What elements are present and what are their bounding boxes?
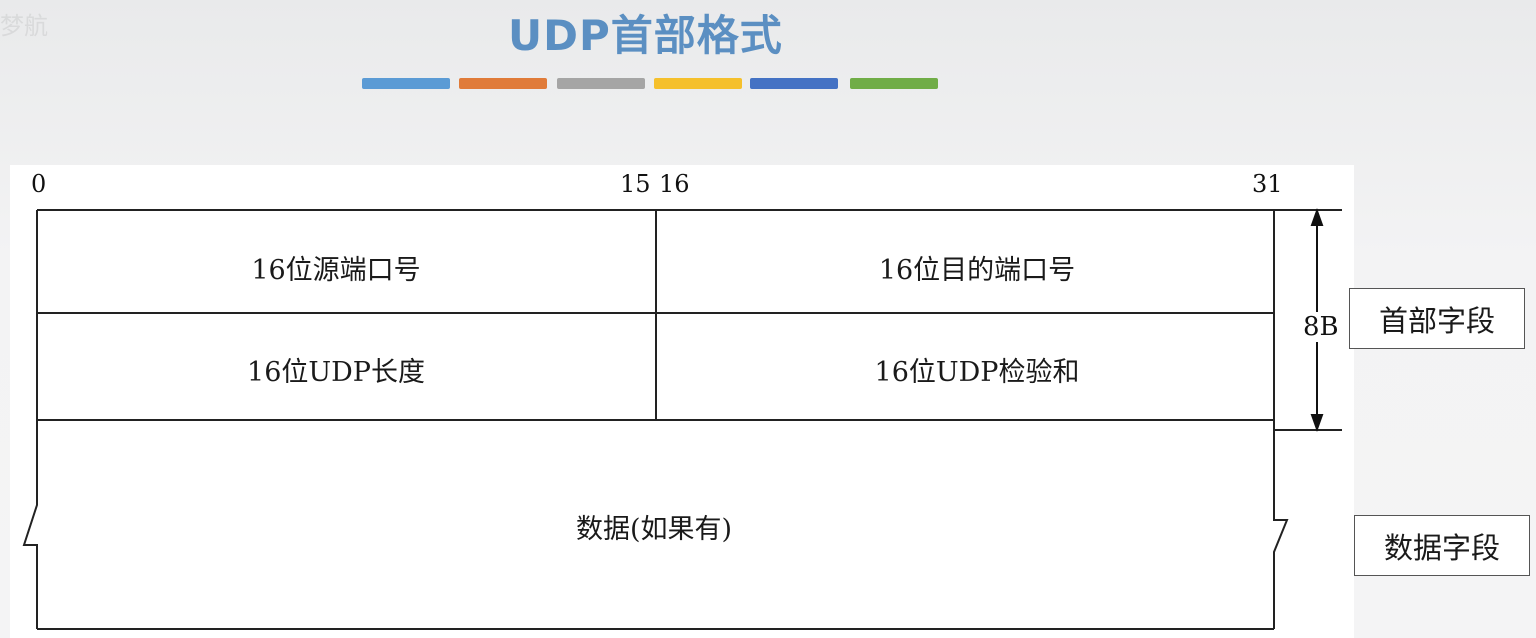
field-source-port: 16位源端口号 <box>251 255 421 286</box>
right-border-with-break <box>1273 210 1289 629</box>
field-data: 数据(如果有) <box>575 514 733 545</box>
header-size-label: 8B <box>1302 312 1340 342</box>
data-field-label: 数据字段 <box>1354 515 1530 576</box>
field-udp-length: 16位UDP长度 <box>247 357 425 388</box>
header-field-label: 首部字段 <box>1349 288 1525 349</box>
field-destination-port: 16位目的端口号 <box>878 255 1076 286</box>
left-border-with-break <box>22 210 38 629</box>
field-udp-checksum: 16位UDP检验和 <box>874 357 1080 388</box>
